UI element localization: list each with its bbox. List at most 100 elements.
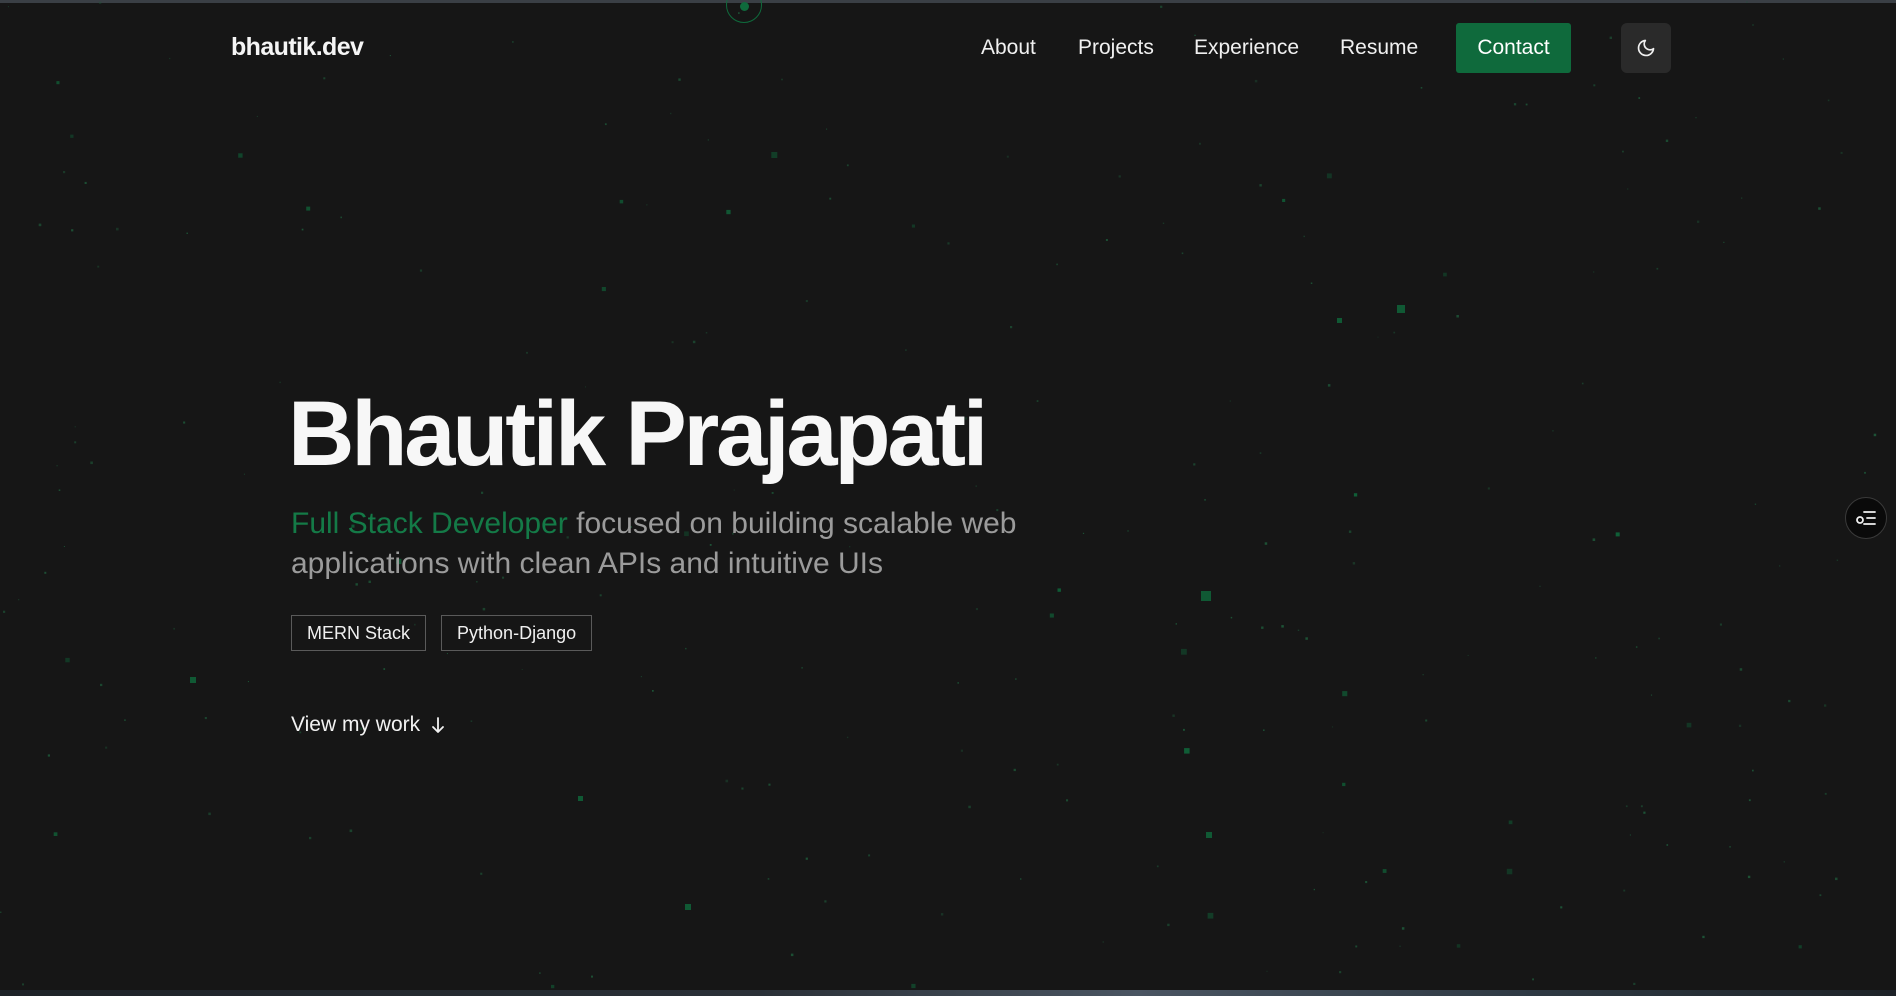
particle [1393, 331, 1396, 334]
particle [90, 461, 93, 465]
particle [1327, 384, 1331, 387]
particle [705, 332, 708, 334]
particle [1339, 971, 1342, 974]
particle [1729, 846, 1731, 848]
particle [53, 832, 58, 836]
particle [551, 984, 555, 989]
particle [1695, 117, 1697, 119]
particle [1824, 792, 1827, 795]
particle [71, 229, 74, 232]
particle [1281, 625, 1284, 628]
particle [1629, 834, 1631, 836]
particle [1057, 588, 1061, 592]
contact-button[interactable]: Contact [1456, 23, 1571, 73]
particle [1513, 103, 1517, 106]
particle [1259, 184, 1262, 187]
particle [1456, 315, 1459, 318]
particle [1456, 944, 1461, 948]
particle [1738, 724, 1742, 727]
particle [1643, 811, 1646, 814]
particle [1160, 5, 1163, 8]
particle [1313, 888, 1315, 891]
particle [1259, 452, 1262, 454]
particle [1665, 139, 1669, 142]
particle [1331, 726, 1334, 728]
particle [1056, 763, 1059, 766]
particle [975, 485, 977, 487]
particle [1105, 239, 1108, 241]
side-widget-button[interactable] [1845, 497, 1887, 539]
particle [1193, 463, 1196, 466]
particle [1229, 400, 1231, 402]
arrow-down-icon [432, 717, 445, 733]
nav-experience[interactable]: Experience [1194, 36, 1299, 60]
particle [56, 465, 58, 467]
particle [1175, 623, 1177, 625]
particle [1056, 263, 1058, 266]
particle [1254, 79, 1258, 83]
particle [481, 491, 484, 494]
nav-projects[interactable]: Projects [1078, 36, 1154, 60]
particle [846, 164, 849, 167]
particle [1623, 889, 1626, 892]
particle [58, 489, 61, 491]
particle [1702, 935, 1705, 939]
particle [183, 421, 186, 424]
particle [826, 128, 828, 130]
particle [1172, 714, 1175, 717]
particle [1348, 530, 1352, 533]
particle [1420, 87, 1423, 89]
particle [1365, 881, 1368, 884]
particle [1739, 668, 1743, 671]
particle [1835, 877, 1838, 881]
skill-tags: MERN Stack Python-Django [291, 615, 593, 651]
particle [1752, 769, 1754, 772]
view-work-link[interactable]: View my work [291, 713, 446, 737]
particle [1818, 207, 1821, 210]
site-logo[interactable]: bhautik.dev [231, 33, 364, 62]
particle [1006, 155, 1009, 158]
particle [1560, 906, 1563, 909]
particle [63, 546, 65, 547]
theme-toggle-button[interactable] [1621, 23, 1671, 73]
particle [1355, 945, 1358, 948]
particle [116, 227, 119, 231]
particle [44, 571, 47, 574]
particle [1534, 0, 1536, 2]
particle [1719, 623, 1722, 626]
particle [539, 972, 541, 974]
tag-python-django: Python-Django [441, 615, 593, 651]
particle [1824, 704, 1827, 707]
particle [482, 607, 486, 611]
nav-about[interactable]: About [981, 36, 1036, 60]
particle [911, 224, 915, 228]
particle [18, 599, 20, 601]
particle [3, 610, 6, 613]
particle [1303, 235, 1305, 238]
particle [1748, 799, 1751, 802]
particle [1752, 24, 1754, 26]
particle [670, 112, 672, 115]
particle [100, 683, 103, 687]
particle [1798, 945, 1802, 949]
particle [1264, 542, 1268, 545]
nav-resume[interactable]: Resume [1340, 36, 1418, 60]
particle [204, 717, 207, 720]
particle [685, 904, 691, 910]
particle [186, 232, 188, 234]
particle [279, 381, 281, 384]
particle [1779, 565, 1781, 567]
particle [1183, 728, 1185, 731]
particle [1595, 657, 1597, 659]
particle [968, 805, 971, 809]
particle [63, 171, 66, 174]
particle [1487, 487, 1490, 490]
particle [1625, 805, 1628, 808]
particle [323, 77, 326, 80]
particle [868, 854, 871, 857]
particle [446, 653, 448, 655]
contact-button-label: Contact [1477, 36, 1550, 59]
particle [790, 953, 794, 957]
particle [98, 1, 102, 5]
particle [1633, 982, 1636, 985]
